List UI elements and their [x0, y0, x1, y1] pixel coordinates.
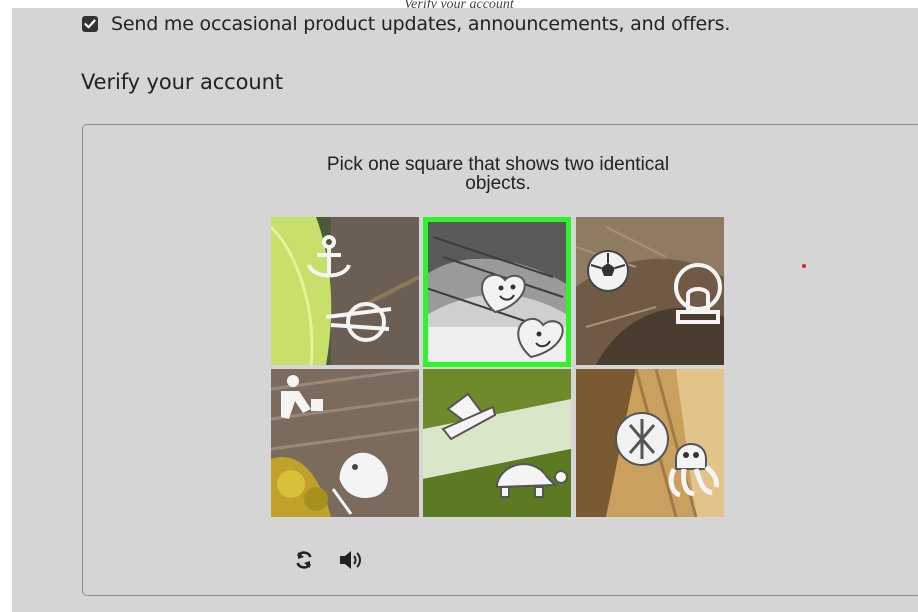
captcha-prompt: Pick one square that shows two identical… [278, 155, 718, 193]
crossed-circle-icon [615, 412, 669, 466]
captcha-tile-1[interactable] [271, 217, 419, 365]
captcha-prompt-line2: objects. [465, 173, 531, 194]
captcha-controls [292, 548, 362, 572]
captcha-grid [271, 217, 724, 517]
checkmark-icon [84, 19, 96, 29]
audio-icon[interactable] [338, 548, 362, 572]
captcha-tile-4[interactable] [271, 369, 419, 517]
soccer-ball-icon [587, 250, 629, 292]
verify-heading: Verify your account [81, 70, 283, 94]
captcha-tile-5[interactable] [423, 369, 571, 517]
captcha-prompt-line1: Pick one square that shows two identical [326, 154, 670, 175]
captcha-tile-2[interactable] [423, 217, 571, 367]
captcha-tile-3[interactable] [576, 217, 724, 365]
consent-row[interactable]: Send me occasional product updates, anno… [82, 12, 730, 36]
top-caption: Verify your account [404, 0, 514, 8]
refresh-icon[interactable] [292, 548, 316, 572]
consent-checkbox[interactable] [82, 16, 98, 32]
captcha-tile-6[interactable] [576, 369, 724, 517]
red-dot-marker [802, 264, 806, 268]
consent-label: Send me occasional product updates, anno… [111, 13, 731, 35]
